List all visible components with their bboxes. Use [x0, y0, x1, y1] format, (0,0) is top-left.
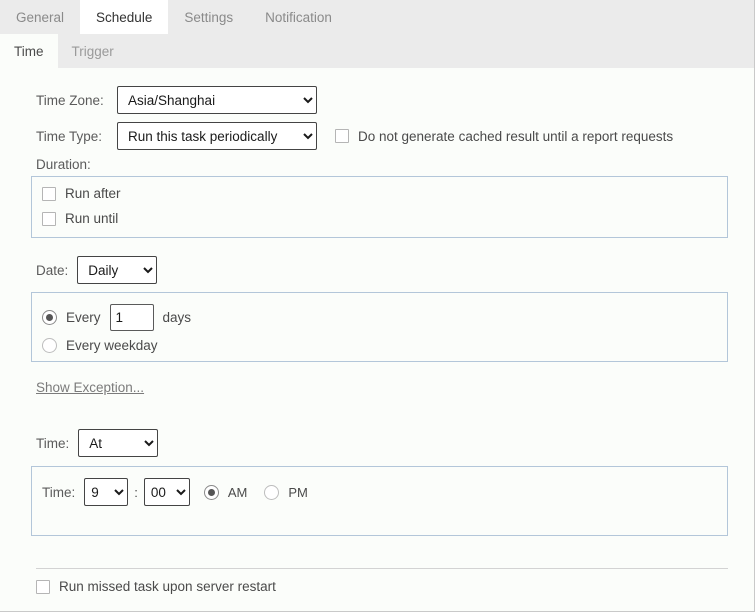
date-label: Date: — [36, 263, 68, 278]
every-days-suffix-label: days — [163, 310, 192, 325]
show-exception-link[interactable]: Show Exception... — [36, 380, 144, 395]
tab-general-label: General — [16, 10, 64, 25]
pm-radio[interactable] — [264, 485, 279, 500]
tab-notification[interactable]: Notification — [249, 0, 348, 34]
cached-result-checkbox-row[interactable]: Do not generate cached result until a re… — [335, 129, 673, 144]
date-select[interactable]: Daily — [77, 256, 157, 284]
sub-tab-bar: Time Trigger — [0, 34, 755, 68]
am-label: AM — [228, 485, 248, 500]
every-days-row[interactable]: Every days — [42, 304, 191, 331]
tab-notification-label: Notification — [265, 10, 332, 25]
duration-label-row: Duration: — [36, 157, 91, 172]
main-tab-bar: General Schedule Settings Notification — [0, 0, 755, 34]
bottom-divider — [36, 568, 728, 569]
am-radio[interactable] — [204, 485, 219, 500]
run-after-label: Run after — [65, 186, 121, 201]
time-row: Time: At — [36, 429, 158, 457]
timetype-label: Time Type: — [36, 129, 117, 144]
every-days-input[interactable] — [110, 304, 154, 331]
run-missed-label: Run missed task upon server restart — [59, 579, 276, 594]
every-days-radio[interactable] — [42, 310, 57, 325]
timetype-row: Time Type: Run this task periodically Do… — [36, 122, 673, 150]
time-separator: : — [134, 485, 138, 500]
date-recurrence-panel: Every days Every weekday — [31, 292, 728, 362]
timezone-select[interactable]: Asia/Shanghai — [117, 86, 317, 114]
subtab-trigger-label: Trigger — [72, 44, 114, 59]
run-until-row[interactable]: Run until — [42, 211, 118, 226]
every-weekday-radio[interactable] — [42, 338, 57, 353]
time-label: Time: — [36, 436, 69, 451]
every-weekday-row[interactable]: Every weekday — [42, 338, 158, 353]
tab-schedule-label: Schedule — [96, 10, 152, 25]
subtab-time[interactable]: Time — [0, 34, 58, 68]
cached-result-label: Do not generate cached result until a re… — [358, 129, 673, 144]
hour-select[interactable]: 9 — [84, 478, 128, 506]
time-settings-content: Time Zone: Asia/Shanghai Time Type: Run … — [0, 68, 755, 612]
every-weekday-label: Every weekday — [66, 338, 158, 353]
time-detail-panel: Time: 9 : 00 AM PM — [31, 466, 728, 536]
minute-select[interactable]: 00 — [144, 478, 190, 506]
run-missed-checkbox[interactable] — [36, 580, 50, 594]
run-until-checkbox[interactable] — [42, 212, 56, 226]
time-inner-label: Time: — [42, 485, 75, 500]
time-detail-row: Time: 9 : 00 AM PM — [42, 478, 308, 506]
duration-label: Duration: — [36, 157, 91, 172]
time-select[interactable]: At — [78, 429, 158, 457]
run-missed-row[interactable]: Run missed task upon server restart — [36, 579, 276, 594]
schedule-settings-page: General Schedule Settings Notification T… — [0, 0, 755, 612]
timezone-row: Time Zone: Asia/Shanghai — [36, 86, 317, 114]
run-after-checkbox[interactable] — [42, 187, 56, 201]
subtab-time-label: Time — [14, 44, 44, 59]
tab-schedule[interactable]: Schedule — [80, 0, 168, 34]
timetype-select[interactable]: Run this task periodically — [117, 122, 317, 150]
tab-settings-label: Settings — [184, 10, 233, 25]
every-days-prefix-label: Every — [66, 310, 101, 325]
duration-panel: Run after Run until — [31, 176, 728, 238]
tab-settings[interactable]: Settings — [168, 0, 249, 34]
tab-general[interactable]: General — [0, 0, 80, 34]
date-row: Date: Daily — [36, 256, 157, 284]
subtab-trigger[interactable]: Trigger — [58, 34, 128, 68]
run-after-row[interactable]: Run after — [42, 186, 121, 201]
pm-label: PM — [288, 485, 308, 500]
run-until-label: Run until — [65, 211, 118, 226]
timezone-label: Time Zone: — [36, 93, 117, 108]
cached-result-checkbox[interactable] — [335, 129, 349, 143]
